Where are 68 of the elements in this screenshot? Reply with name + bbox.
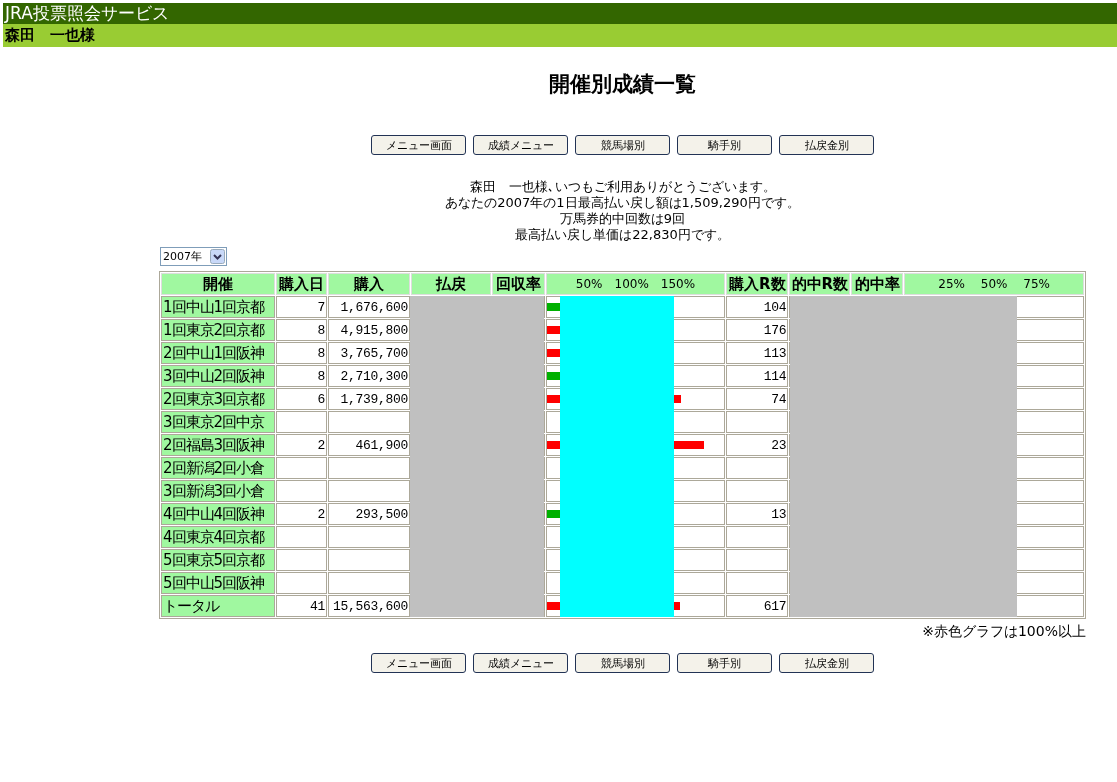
table-cell: 104 [726, 296, 789, 318]
graph-note: ※赤色グラフは100%以上 [922, 623, 1086, 639]
meeting-cell: 4回中山4回阪神 [161, 503, 275, 525]
meeting-cell: 2回新潟2回小倉 [161, 457, 275, 479]
column-header: 50% 100% 150% [545, 273, 726, 295]
nav-button[interactable]: 成績メニュー [473, 135, 568, 155]
table-cell: 8 [275, 319, 327, 341]
meeting-cell: 5回中山5回阪神 [161, 572, 275, 594]
column-header: 25% 50% 75% [904, 273, 1084, 295]
table-cell: 176 [726, 319, 789, 341]
meeting-cell: 2回中山1回阪神 [161, 342, 275, 364]
table-cell: 74 [726, 388, 789, 410]
table-cell: 2 [275, 503, 327, 525]
nav-button[interactable]: 成績メニュー [473, 653, 568, 673]
table-cell: 13 [726, 503, 789, 525]
nav-button[interactable]: 騎手別 [677, 135, 772, 155]
table-cell: 461,900 [327, 434, 410, 456]
table-cell: 4,915,800 [327, 319, 410, 341]
table-cell: 23 [726, 434, 789, 456]
meeting-cell: 5回東京5回京都 [161, 549, 275, 571]
table-cell: 15,563,600 [327, 595, 410, 617]
table-cell: 7 [275, 296, 327, 318]
table-cell: 2,710,300 [327, 365, 410, 387]
nav-button[interactable]: 競馬場別 [575, 135, 670, 155]
meeting-cell: トータル [161, 595, 275, 617]
message-line: あなたの2007年の1日最高払い戻し額は1,509,290円です。 [445, 195, 800, 211]
column-header: 購入R数 [726, 273, 789, 295]
message-line: 森田 一也様､いつもご利用ありがとうございます。 [468, 179, 777, 195]
dropdown-icon [210, 249, 225, 264]
table-cell: 1,739,800 [327, 388, 410, 410]
table-cell: 8 [275, 365, 327, 387]
nav-button[interactable]: 騎手別 [677, 653, 772, 673]
nav-button[interactable]: メニュー画面 [371, 653, 466, 673]
table-cell: 3,765,700 [327, 342, 410, 364]
meeting-cell: 3回新潟3回小倉 [161, 480, 275, 502]
meeting-cell: 2回東京3回京都 [161, 388, 275, 410]
meeting-cell: 1回中山1回京都 [161, 296, 275, 318]
table-cell: 8 [275, 342, 327, 364]
nav-button[interactable]: 払戻金別 [779, 135, 874, 155]
column-header: 開催 [161, 273, 275, 295]
meeting-cell: 4回東京4回京都 [161, 526, 275, 548]
message-line: 万馬券的中回数は9回 [558, 211, 687, 227]
column-header: 的中率 [851, 273, 904, 295]
column-header: 払戻 [410, 273, 491, 295]
message-line: 最高払い戻し単価は22,830円です。 [514, 227, 731, 243]
column-header: 購入 [327, 273, 410, 295]
column-header: 的中R数 [789, 273, 851, 295]
column-header: 回収率 [491, 273, 545, 295]
nav-button[interactable]: 競馬場別 [575, 653, 670, 673]
table-cell: 41 [275, 595, 327, 617]
table-cell: 617 [726, 595, 789, 617]
table-cell: 6 [275, 388, 327, 410]
meeting-cell: 3回東京2回中京 [161, 411, 275, 433]
table-cell: 293,500 [327, 503, 410, 525]
table-cell: 2 [275, 434, 327, 456]
column-header: 購入日 [275, 273, 327, 295]
service-title: JRA投票照会サービス [5, 3, 169, 23]
user-name: 森田 一也様 [5, 26, 95, 44]
table-cell: 113 [726, 342, 789, 364]
meeting-cell: 1回東京2回京都 [161, 319, 275, 341]
nav-button[interactable]: メニュー画面 [371, 135, 466, 155]
year-select[interactable]: 2007年 [160, 247, 227, 266]
meeting-cell: 2回福島3回阪神 [161, 434, 275, 456]
page-title: 開催別成績一覧 [549, 71, 696, 98]
table-cell: 1,676,600 [327, 296, 410, 318]
table-cell: 114 [726, 365, 789, 387]
meeting-cell: 3回中山2回阪神 [161, 365, 275, 387]
nav-button[interactable]: 払戻金別 [779, 653, 874, 673]
